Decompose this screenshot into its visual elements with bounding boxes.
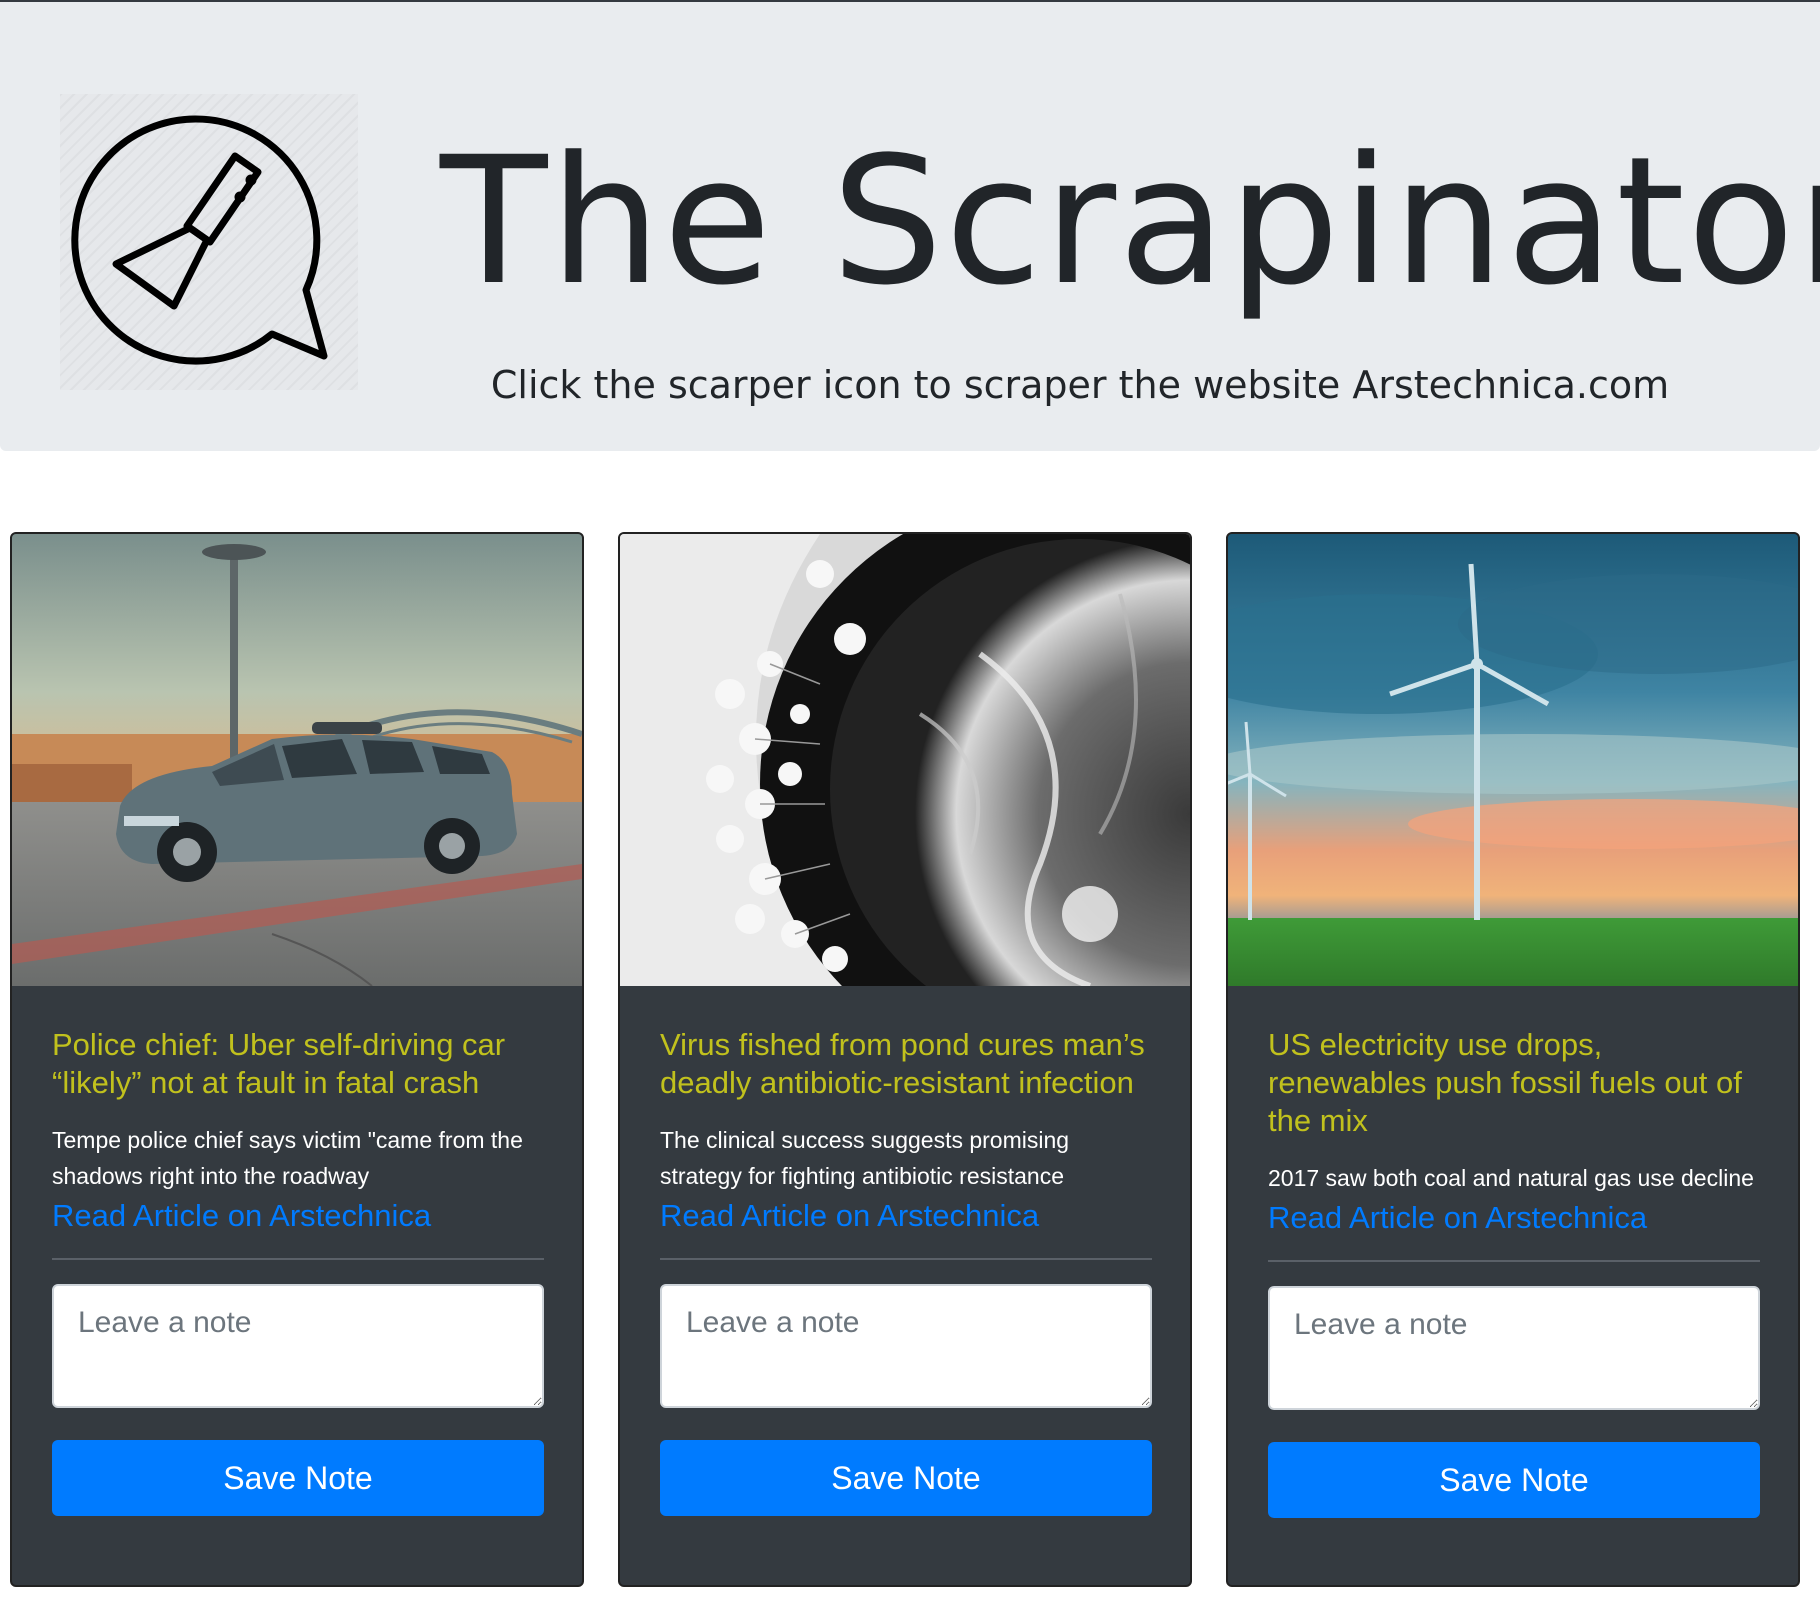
article-title: Virus fished from pond cures man’s deadl… <box>660 1027 1145 1100</box>
article-card: US electricity use drops, renewables pus… <box>1226 532 1800 1587</box>
card-divider <box>1268 1260 1760 1262</box>
article-title: Police chief: Uber self-driving car “lik… <box>52 1027 506 1100</box>
read-article-link[interactable]: Read Article on Arstechnica <box>660 1196 1152 1236</box>
save-note-button[interactable]: Save Note <box>660 1440 1152 1516</box>
jumbotron-header: The Scrapinator Click the scarper icon t… <box>0 2 1820 451</box>
card-divider <box>660 1258 1152 1260</box>
article-image-self-driving-car <box>12 534 582 986</box>
scraper-logo-button[interactable] <box>60 94 358 390</box>
read-article-link[interactable]: Read Article on Arstechnica <box>52 1196 544 1236</box>
article-summary: Tempe police chief says victim "came fro… <box>52 1127 523 1189</box>
article-card: Virus fished from pond cures man’s deadl… <box>618 532 1192 1587</box>
read-article-link[interactable]: Read Article on Arstechnica <box>1268 1198 1760 1238</box>
note-input[interactable] <box>1268 1286 1760 1410</box>
article-image-bacteriophage <box>620 534 1190 986</box>
scraper-speech-bubble-icon[interactable] <box>60 94 358 390</box>
site-title: The Scrapinator <box>440 119 1820 324</box>
article-title: US electricity use drops, renewables pus… <box>1268 1027 1742 1138</box>
save-note-button[interactable]: Save Note <box>52 1440 544 1516</box>
note-input[interactable] <box>52 1284 544 1408</box>
article-card-body: Virus fished from pond cures man’s deadl… <box>660 1026 1152 1516</box>
article-image-wind-turbines <box>1228 534 1798 986</box>
article-card: Police chief: Uber self-driving car “lik… <box>10 532 584 1587</box>
site-subtitle: Click the scarper icon to scraper the we… <box>490 363 1670 407</box>
save-note-button[interactable]: Save Note <box>1268 1442 1760 1518</box>
article-summary: The clinical success suggests promising … <box>660 1127 1070 1189</box>
card-divider <box>52 1258 544 1260</box>
article-card-body: US electricity use drops, renewables pus… <box>1268 1026 1760 1518</box>
article-card-body: Police chief: Uber self-driving car “lik… <box>52 1026 544 1516</box>
article-summary: 2017 saw both coal and natural gas use d… <box>1268 1165 1754 1191</box>
note-input[interactable] <box>660 1284 1152 1408</box>
